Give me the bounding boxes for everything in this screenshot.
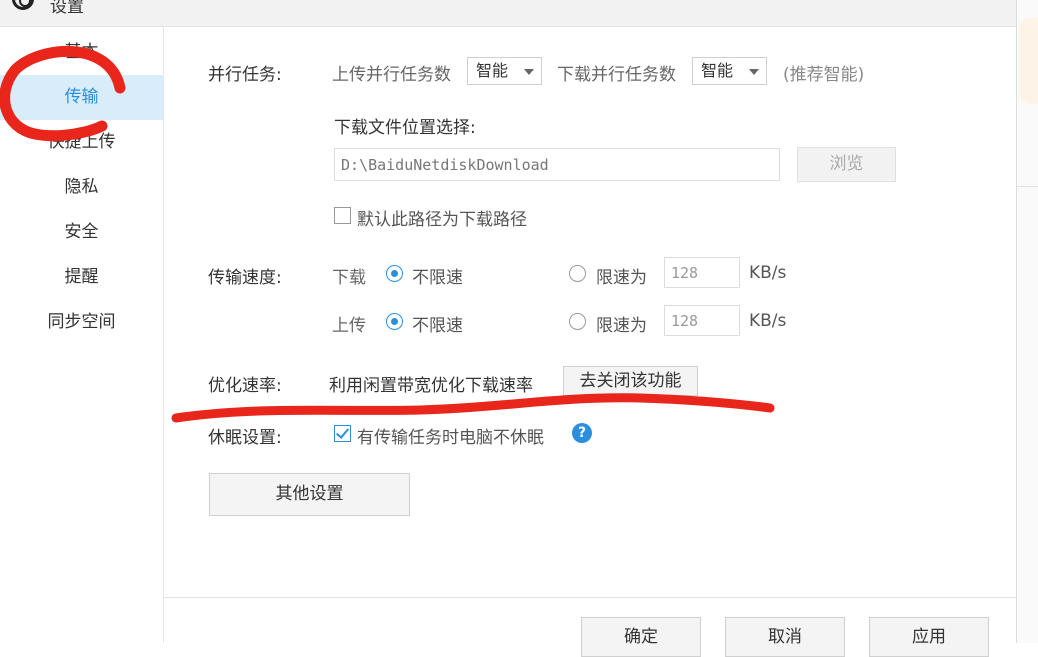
download-path-field[interactable] [334, 148, 780, 181]
prevent-sleep-label: 有传输任务时电脑不休眠 [357, 428, 544, 448]
background-window-edge [1016, 0, 1038, 643]
chevron-down-icon [524, 69, 534, 75]
download-speed-label: 下载 [332, 268, 366, 288]
ok-button[interactable]: 确定 [581, 617, 701, 657]
apply-button-label: 应用 [912, 627, 946, 647]
download-unlimited-radio[interactable] [386, 265, 403, 282]
sidebar-item-basic[interactable]: 基本 [0, 30, 163, 75]
disable-optimize-button[interactable]: 去关闭该功能 [563, 366, 698, 396]
window-titlebar: 设置 [0, 0, 1016, 27]
download-limit-label: 限速为 [596, 268, 647, 288]
disable-optimize-button-label: 去关闭该功能 [579, 371, 682, 391]
sidebar-item-label: 隐私 [64, 177, 99, 197]
settings-sidebar: 基本 传输 快捷上传 隐私 安全 提醒 同步空间 [0, 27, 164, 643]
sidebar-item-privacy[interactable]: 隐私 [0, 165, 163, 210]
chevron-down-icon [749, 69, 759, 75]
background-divider [1017, 186, 1038, 187]
sidebar-item-label: 基本 [64, 42, 99, 62]
browse-button-label: 浏览 [829, 154, 864, 174]
sidebar-item-quick-upload[interactable]: 快捷上传 [0, 120, 163, 165]
sidebar-item-transfer[interactable]: 传输 [0, 75, 163, 120]
sidebar-item-security[interactable]: 安全 [0, 210, 163, 255]
sidebar-item-label: 同步空间 [47, 312, 116, 332]
other-settings-button[interactable]: 其他设置 [209, 473, 410, 516]
sidebar-item-label: 提醒 [64, 267, 99, 287]
sidebar-item-label: 安全 [64, 222, 99, 242]
apply-button[interactable]: 应用 [869, 617, 989, 657]
transfer-speed-label: 传输速度: [208, 268, 282, 288]
cancel-button-label: 取消 [768, 627, 802, 647]
background-window-banner [1019, 18, 1038, 104]
prevent-sleep-checkbox[interactable] [334, 425, 351, 442]
parallel-hint: (推荐智能) [783, 65, 865, 85]
window-title: 设置 [50, 0, 84, 17]
sidebar-item-reminder[interactable]: 提醒 [0, 255, 163, 300]
default-path-label: 默认此路径为下载路径 [357, 210, 527, 230]
upload-limit-unit: KB/s [749, 311, 787, 331]
upload-parallel-select[interactable]: 智能 [467, 57, 542, 85]
other-settings-button-label: 其他设置 [275, 484, 344, 504]
upload-parallel-label: 上传并行任务数 [332, 65, 451, 85]
upload-limit-radio[interactable] [569, 313, 586, 330]
download-limit-input[interactable] [664, 257, 740, 288]
download-parallel-label: 下载并行任务数 [557, 65, 676, 85]
optimize-speed-label: 优化速率: [208, 376, 282, 396]
sleep-settings-label: 休眠设置: [208, 428, 282, 448]
download-limit-unit: KB/s [749, 263, 787, 283]
help-icon[interactable]: ? [572, 423, 592, 443]
upload-unlimited-radio[interactable] [386, 313, 403, 330]
upload-limit-input[interactable] [664, 305, 740, 336]
download-location-label: 下载文件位置选择: [334, 118, 476, 138]
upload-speed-label: 上传 [332, 316, 366, 336]
sidebar-item-sync-space[interactable]: 同步空间 [0, 300, 163, 345]
default-path-checkbox[interactable] [334, 207, 351, 224]
download-limit-radio[interactable] [569, 265, 586, 282]
dialog-footer: 确定 取消 应用 [164, 597, 1016, 657]
browse-button[interactable]: 浏览 [797, 147, 896, 182]
sidebar-item-label: 传输 [64, 87, 99, 107]
sidebar-item-label: 快捷上传 [47, 132, 116, 152]
download-parallel-value: 智能 [701, 61, 734, 80]
upload-parallel-value: 智能 [476, 61, 509, 80]
upload-limit-label: 限速为 [596, 316, 647, 336]
baidu-netdisk-logo-icon [12, 0, 34, 10]
download-unlimited-label: 不限速 [412, 268, 463, 288]
ok-button-label: 确定 [624, 627, 658, 647]
parallel-tasks-label: 并行任务: [208, 65, 282, 85]
cancel-button[interactable]: 取消 [725, 617, 845, 657]
transfer-settings-panel: 并行任务: 上传并行任务数 智能 下载并行任务数 智能 (推荐智能) 下载文件位… [164, 27, 1016, 597]
upload-unlimited-label: 不限速 [412, 316, 463, 336]
optimize-description: 利用闲置带宽优化下载速率 [329, 376, 533, 396]
download-parallel-select[interactable]: 智能 [692, 57, 767, 85]
